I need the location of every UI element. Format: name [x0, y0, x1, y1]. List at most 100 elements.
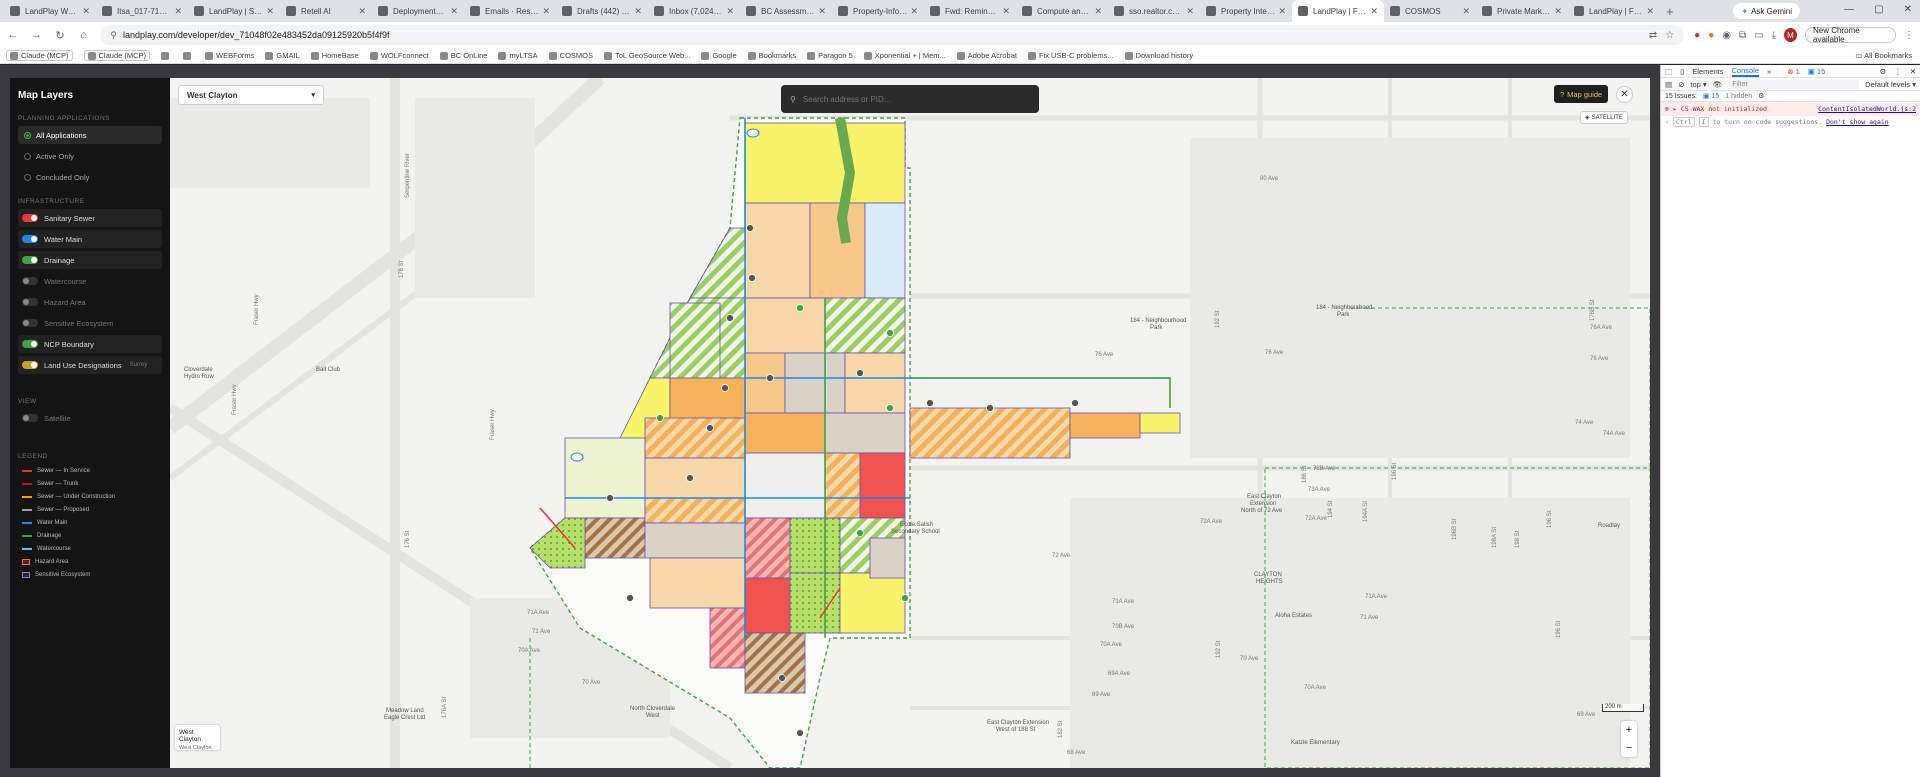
console-settings-icon[interactable]: ⚙	[1758, 92, 1764, 100]
puzzle-icon[interactable]: ⧉	[1739, 30, 1746, 41]
browser-tab[interactable]: Property Intellige ✕	[1200, 0, 1292, 22]
radio-icon[interactable]	[24, 131, 31, 139]
inspect-icon[interactable]: ⬚	[1665, 67, 1672, 76]
toggle-switch[interactable]	[22, 298, 38, 306]
browser-tab[interactable]: BC Assessment - S✕	[740, 0, 832, 22]
bookmark-item[interactable]: COSMOS	[548, 51, 593, 60]
issue-count-badge[interactable]: ▣ 15	[1808, 67, 1826, 76]
bookmark-item[interactable]: WOLFconnect	[369, 51, 429, 60]
search-bar[interactable]: ⚲	[781, 85, 1039, 113]
tab-close-icon[interactable]: ✕	[1002, 6, 1010, 17]
expand-arrow-icon[interactable]: ▸	[1673, 105, 1677, 113]
zoom-in-button[interactable]: +	[1621, 721, 1637, 739]
tab-close-icon[interactable]: ✕	[726, 6, 734, 17]
close-map-button[interactable]: ✕	[1616, 86, 1633, 103]
device-toggle-icon[interactable]: ▯	[1680, 67, 1684, 76]
layer-toggle[interactable]: Land Use Designations Surrey	[18, 356, 162, 374]
tab-console[interactable]: Console	[1731, 66, 1760, 77]
devtools-settings-icon[interactable]: ⚙	[1879, 67, 1886, 76]
planning-filter-option[interactable]: Active Only	[18, 147, 162, 165]
bookmark-item[interactable]: Claude (MCP)	[6, 50, 73, 61]
layer-toggle[interactable]: Sensitive Ecosystem	[18, 314, 162, 332]
radio-icon[interactable]	[24, 173, 31, 181]
tab-close-icon[interactable]: ✕	[1646, 6, 1654, 17]
tab-close-icon[interactable]: ✕	[174, 6, 182, 17]
bookmark-item[interactable]: Fix USB-C problems...	[1027, 51, 1114, 60]
tab-close-icon[interactable]: ✕	[266, 6, 274, 17]
live-expression-icon[interactable]: 👁	[1713, 80, 1723, 89]
reload-icon[interactable]: ↻	[53, 29, 67, 42]
radio-icon[interactable]	[24, 152, 31, 160]
map-svg[interactable]	[170, 78, 1650, 768]
toggle-switch[interactable]	[22, 256, 38, 264]
bookmark-item[interactable]: Xponential + | Mem...	[863, 51, 946, 60]
translate-icon[interactable]: ⇄	[1649, 30, 1657, 41]
layer-toggle[interactable]: Watercourse	[18, 272, 162, 290]
toggle-switch[interactable]	[22, 414, 38, 422]
address-bar[interactable]: ⚲ landplay.com/developer/dev_71048f02e48…	[100, 25, 1685, 45]
context-selector[interactable]: top ▾	[1690, 80, 1706, 89]
extension-red-icon[interactable]: ●	[1694, 30, 1700, 41]
map-guide-button[interactable]: ? Map guide	[1554, 85, 1609, 103]
issues-link[interactable]: ▣ 15	[1703, 92, 1719, 100]
error-source-link[interactable]: ContentIsolatedWorld.js:2	[1818, 105, 1916, 113]
bookmark-item[interactable]: HomeBase	[310, 51, 359, 60]
bookmark-item[interactable]: Claude (MCP)	[83, 50, 151, 61]
tab-close-icon[interactable]: ✕	[450, 6, 458, 17]
browser-tab[interactable]: Deployments – Ve✕	[372, 0, 464, 22]
extension-orange-icon[interactable]: ●	[1708, 30, 1714, 41]
tab-close-icon[interactable]: ✕	[358, 6, 366, 17]
layer-toggle[interactable]: NCP Boundary	[18, 335, 162, 353]
toggle-switch[interactable]	[22, 277, 38, 285]
download-icon[interactable]: ⤓	[1772, 30, 1776, 41]
layer-toggle[interactable]: Sanitary Sewer	[18, 209, 162, 227]
browser-tab[interactable]: Fwd: Reminder: Vi✕	[924, 0, 1016, 22]
all-bookmarks-button[interactable]: ▭ All Bookmarks	[1855, 51, 1912, 60]
browser-tab[interactable]: Inbox (7,024) - m✕	[648, 0, 740, 22]
toggle-switch[interactable]	[22, 319, 38, 327]
browser-tab[interactable]: COSMOS ✕	[1384, 0, 1476, 22]
tab-close-icon[interactable]: ✕	[910, 6, 918, 17]
sidebar-toggle-icon[interactable]: ▤	[1665, 80, 1672, 89]
eye-icon[interactable]: ◉	[1722, 30, 1731, 41]
layer-toggle[interactable]: Drainage	[18, 251, 162, 269]
bookmark-item[interactable]	[161, 51, 172, 60]
planning-filter-option[interactable]: Concluded Only	[18, 168, 162, 186]
browser-tab[interactable]: Compute and Dis✕	[1016, 0, 1108, 22]
forward-icon[interactable]: →	[30, 29, 44, 41]
layer-toggle[interactable]: Water Main	[18, 230, 162, 248]
tab-close-icon[interactable]: ✕	[1094, 6, 1102, 17]
bookmark-item[interactable]: BC OnLine	[439, 51, 487, 60]
bookmark-item[interactable]	[183, 51, 194, 60]
devtools-close-icon[interactable]: ✕	[1910, 67, 1916, 76]
ask-gemini-button[interactable]: ✦ Ask Gemini	[1733, 3, 1800, 19]
new-chrome-available-button[interactable]: New Chrome available	[1805, 26, 1896, 44]
avatar[interactable]: M	[1784, 28, 1798, 42]
satellite-button[interactable]: ◈ SATELLITE	[1580, 111, 1628, 124]
zoom-out-button[interactable]: −	[1621, 739, 1637, 757]
bookmark-item[interactable]: GMAIL	[265, 51, 300, 60]
log-levels-select[interactable]: Default levels ▾	[1865, 80, 1916, 89]
tab-close-icon[interactable]: ✕	[542, 6, 550, 17]
bookmark-item[interactable]: Bookmarks	[747, 51, 796, 60]
browser-tab[interactable]: LandPlay | Fraser V✕	[1568, 0, 1660, 22]
tab-close-icon[interactable]: ✕	[1370, 6, 1378, 17]
dont-show-again-link[interactable]: Don't show again	[1826, 118, 1889, 126]
bookmark-item[interactable]: Google	[701, 51, 737, 60]
browser-tab[interactable]: LandPlay War Roo✕	[4, 0, 96, 22]
bookmark-item[interactable]: Paragon 5	[807, 51, 853, 60]
toggle-switch[interactable]	[22, 340, 38, 348]
browser-tab[interactable]: Drafts (442) - mar✕	[556, 0, 648, 22]
tab-close-icon[interactable]: ✕	[634, 6, 642, 17]
bookmark-item[interactable]: ToL GeoSource Web...	[604, 51, 690, 60]
devtools-kebab-icon[interactable]: ⋮	[1894, 67, 1902, 76]
browser-tab[interactable]: Property-Informati✕	[832, 0, 924, 22]
planning-filter-option[interactable]: All Applications	[18, 126, 162, 144]
site-info-icon[interactable]: ⚲	[110, 30, 117, 41]
area-select-dropdown[interactable]: West Clayton ▾	[178, 85, 324, 105]
map-canvas[interactable]: North Cloverdale West East Clayton Extensio…	[170, 78, 1650, 768]
menu-kebab-icon[interactable]: ⋮	[1904, 30, 1914, 41]
toggle-switch[interactable]	[22, 361, 38, 369]
home-icon[interactable]: ⌂	[77, 29, 91, 41]
toggle-switch[interactable]	[22, 235, 38, 243]
